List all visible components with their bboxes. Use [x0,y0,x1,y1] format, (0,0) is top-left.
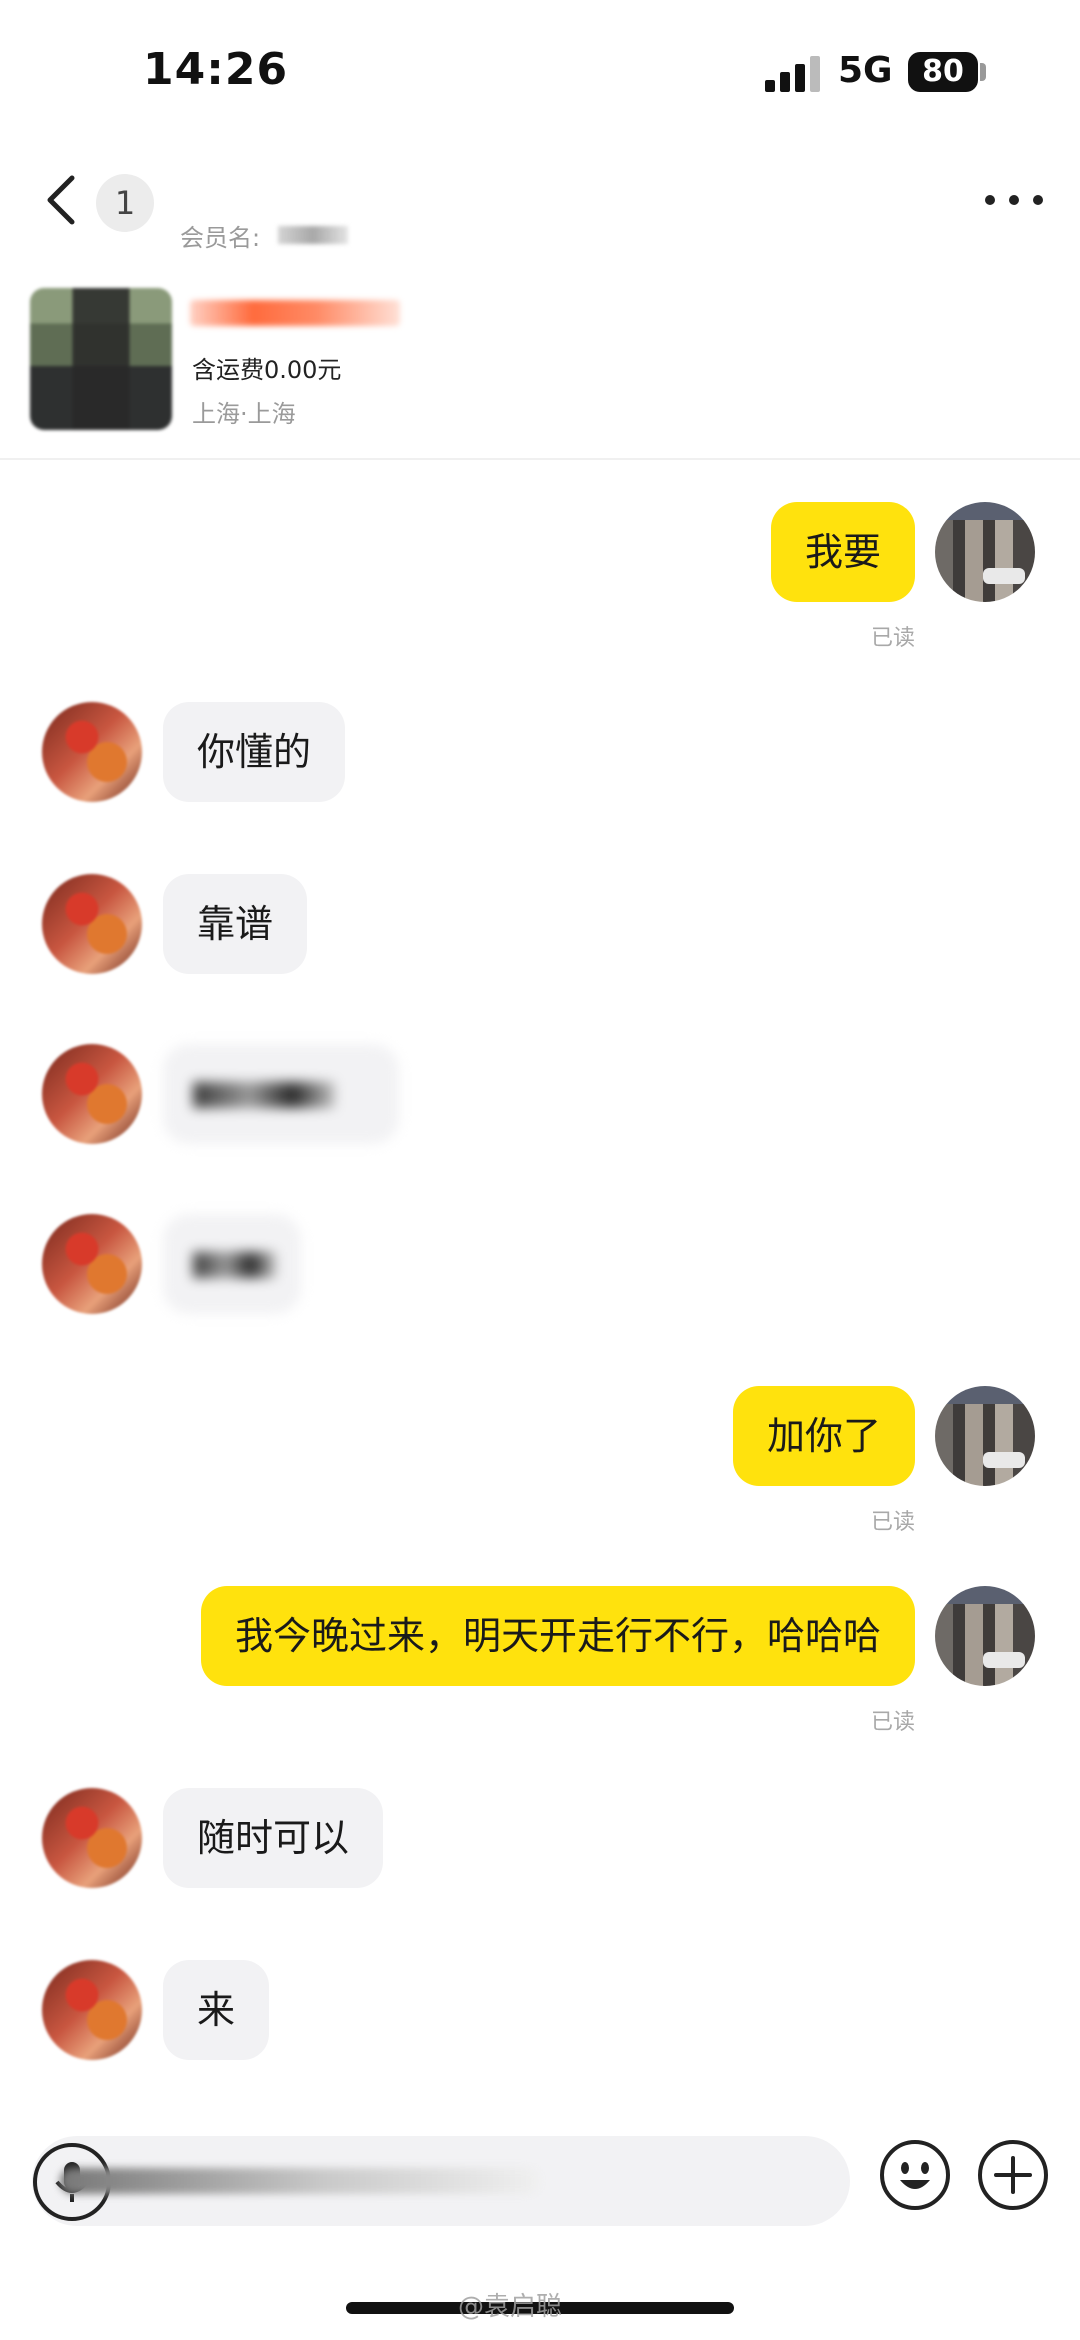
product-shipping: 含运费0.00元 [192,356,342,384]
read-receipt: 已读 [870,626,915,651]
message-bubble[interactable]: 靠谱 [163,874,308,974]
input-redaction [60,2168,540,2194]
status-time: 14:26 [143,44,289,95]
emoji-icon [880,2140,950,2210]
message-bubble[interactable]: 我要 [770,502,915,602]
avatar[interactable] [935,1386,1035,1486]
plus-button[interactable] [976,2138,1050,2212]
emoji-button[interactable] [878,2138,952,2212]
signal-strength-icon [765,56,825,92]
message-bubble-redacted[interactable] [163,1214,301,1314]
chevron-left-icon [47,175,75,225]
avatar[interactable] [42,1960,142,2060]
back-button[interactable] [38,170,88,230]
member-label: 会员名: [180,224,261,252]
battery-icon: 80 [908,52,978,92]
product-name [190,300,400,326]
read-receipt: 已读 [870,1710,915,1735]
avatar[interactable] [42,702,142,802]
avatar[interactable] [42,1214,142,1314]
unread-count-badge[interactable]: 1 [96,174,154,232]
battery-tip [980,63,986,81]
input-bar [0,2110,1080,2260]
more-dots-icon[interactable] [985,188,1045,212]
product-location: 上海·上海 [192,400,296,428]
plus-circle-icon [978,2140,1048,2210]
avatar[interactable] [42,874,142,974]
avatar[interactable] [935,1586,1035,1686]
network-type: 5G [838,50,893,91]
product-card[interactable]: 含运费0.00元 上海·上海 [0,268,1080,460]
message-bubble[interactable]: 你懂的 [163,702,346,802]
avatar[interactable] [935,502,1035,602]
message-bubble[interactable]: 来 [163,1960,270,2060]
message-bubble[interactable]: 加你了 [732,1386,915,1486]
read-receipt: 已读 [870,1510,915,1535]
message-bubble-redacted[interactable] [163,1044,399,1144]
watermark: @袁启聪 [458,2292,563,2322]
product-thumbnail [30,288,172,430]
member-name-redacted [278,226,348,244]
status-bar: 14:26 5G 80 [0,0,1080,150]
avatar[interactable] [42,1044,142,1144]
avatar[interactable] [42,1788,142,1888]
message-bubble[interactable]: 随时可以 [163,1788,384,1888]
message-bubble[interactable]: 我今晚过来，明天开走行不行，哈哈哈 [200,1586,915,1686]
